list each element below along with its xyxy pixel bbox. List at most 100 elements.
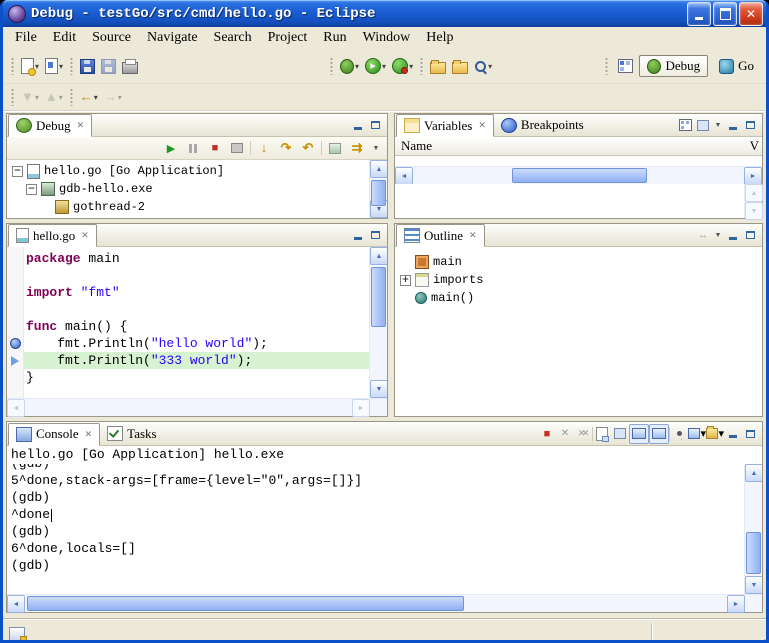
close-tab-icon[interactable]: ✕ xyxy=(469,230,477,241)
tree-expander-icon[interactable]: − xyxy=(12,166,23,177)
step-over-button[interactable]: ↷ xyxy=(277,139,295,157)
code-line[interactable]: import "fmt" xyxy=(24,284,369,301)
outline-tree-item[interactable]: main xyxy=(395,253,745,271)
toolbar-grip[interactable] xyxy=(11,57,14,75)
scroll-thumb[interactable] xyxy=(27,596,464,611)
scroll-right-button[interactable]: ► xyxy=(352,399,370,417)
scroll-thumb[interactable] xyxy=(371,267,386,327)
terminate-console-button[interactable]: ■ xyxy=(538,425,556,443)
fast-view-button[interactable] xyxy=(9,627,25,641)
code-line[interactable]: func main() { xyxy=(24,318,369,335)
toolbar-grip[interactable] xyxy=(605,57,608,75)
close-tab-icon[interactable]: ✕ xyxy=(85,429,93,440)
toolbar-grip[interactable] xyxy=(420,57,423,75)
maximize-view-button[interactable] xyxy=(742,426,759,441)
maximize-view-button[interactable] xyxy=(742,228,759,243)
suspend-button[interactable] xyxy=(184,139,202,157)
scroll-up-button[interactable]: ▲ xyxy=(745,464,762,482)
editor-marker-ruler[interactable] xyxy=(7,247,24,398)
code-editor-area[interactable]: package main import "fmt" func main() { … xyxy=(24,247,369,398)
scroll-up-button[interactable]: ▲ xyxy=(745,184,763,202)
open-perspective-button[interactable] xyxy=(615,53,636,79)
save-button[interactable] xyxy=(77,53,98,79)
terminate-button[interactable]: ■ xyxy=(206,139,224,157)
menu-search[interactable]: Search xyxy=(206,28,260,48)
show-type-names-button[interactable] xyxy=(676,116,694,134)
dropdown-arrow-icon[interactable]: ▾ xyxy=(35,93,39,102)
debug-tree[interactable]: −hello.go [Go Application]−gdb-hello.exe… xyxy=(7,160,387,218)
ruler-row[interactable] xyxy=(7,335,23,352)
debug-vertical-scrollbar[interactable]: ▲ ▼ xyxy=(369,160,387,218)
dropdown-arrow-icon[interactable]: ▾ xyxy=(382,62,386,71)
scroll-down-button[interactable]: ▼ xyxy=(745,202,763,220)
next-annotation-button[interactable]: ▼▾ xyxy=(18,84,42,110)
step-into-button[interactable]: ↓ xyxy=(255,139,273,157)
minimize-view-button[interactable] xyxy=(724,228,741,243)
maximize-window-button[interactable] xyxy=(713,2,737,26)
menu-source[interactable]: Source xyxy=(84,28,139,48)
variables-horizontal-scrollbar[interactable]: ◄ ► xyxy=(395,166,762,184)
debug-tree-item[interactable]: −hello.go [Go Application] xyxy=(7,162,370,180)
maximize-view-button[interactable] xyxy=(367,118,384,133)
close-tab-icon[interactable]: ✕ xyxy=(77,120,85,131)
run-last-tool-button[interactable]: ▾ xyxy=(389,53,416,79)
resume-button[interactable]: ▶ xyxy=(162,139,180,157)
scroll-track[interactable] xyxy=(370,178,387,200)
minimize-view-button[interactable] xyxy=(349,118,366,133)
code-line[interactable]: fmt.Println("hello world"); xyxy=(24,335,369,352)
new-wizard-button[interactable]: ▾ xyxy=(18,53,42,79)
search-button[interactable]: ▾ xyxy=(471,53,495,79)
minimize-view-button[interactable] xyxy=(724,426,741,441)
scroll-up-button[interactable]: ▲ xyxy=(370,160,387,178)
view-menu-button[interactable]: ▼ xyxy=(712,226,724,244)
open-type-button[interactable] xyxy=(449,53,471,79)
minimize-view-button[interactable] xyxy=(724,118,741,133)
menu-help[interactable]: Help xyxy=(418,28,461,48)
code-line[interactable]: fmt.Println("333 world"); xyxy=(24,352,369,369)
code-line[interactable]: package main xyxy=(24,250,369,267)
maximize-view-button[interactable] xyxy=(367,228,384,243)
resize-grip[interactable] xyxy=(752,635,765,643)
maximize-view-button[interactable] xyxy=(742,118,759,133)
scroll-up-button[interactable]: ▲ xyxy=(370,247,387,265)
ruler-row[interactable] xyxy=(7,352,23,369)
dropdown-arrow-icon[interactable]: ▾ xyxy=(59,62,63,71)
collapse-all-button[interactable] xyxy=(694,116,712,134)
save-all-button[interactable] xyxy=(98,53,119,79)
close-tab-icon[interactable]: ✕ xyxy=(81,230,89,241)
open-resource-button[interactable] xyxy=(427,53,449,79)
tab-outline[interactable]: Outline ✕ xyxy=(396,224,485,247)
ruler-row[interactable] xyxy=(7,250,23,267)
step-return-button[interactable]: ↶ xyxy=(299,139,317,157)
tree-expander-icon[interactable]: − xyxy=(26,184,37,195)
scroll-left-button[interactable]: ◄ xyxy=(395,167,413,185)
console-horizontal-scrollbar[interactable]: ◄ ► xyxy=(7,594,762,612)
view-menu-button[interactable]: ▼ xyxy=(370,139,382,157)
perspective-debug-button[interactable]: Debug xyxy=(639,55,708,77)
toolbar-grip[interactable] xyxy=(70,57,73,75)
scroll-down-button[interactable]: ▼ xyxy=(745,576,762,594)
toolbar-grip[interactable] xyxy=(11,88,14,106)
menu-edit[interactable]: Edit xyxy=(45,28,84,48)
forward-button[interactable]: →▾ xyxy=(101,84,125,110)
editor-horizontal-scrollbar[interactable]: ◄ ► xyxy=(7,398,387,416)
title-bar[interactable]: Debug - testGo/src/cmd/hello.go - Eclips… xyxy=(3,0,766,27)
tab-tasks[interactable]: Tasks xyxy=(100,423,163,444)
minimize-view-button[interactable] xyxy=(349,228,366,243)
open-console-button[interactable]: ▾ xyxy=(706,425,724,443)
tab-variables[interactable]: Variables ✕ xyxy=(396,114,494,137)
breakpoint-icon[interactable] xyxy=(10,338,21,349)
debug-tree-item[interactable]: −gdb-hello.exe xyxy=(7,180,370,198)
variables-detail-pane[interactable]: ▲ ▼ xyxy=(395,184,762,218)
code-line[interactable] xyxy=(24,267,369,284)
scroll-down-button[interactable]: ▼ xyxy=(370,380,387,398)
tree-expander-icon[interactable]: + xyxy=(400,275,411,286)
close-tab-icon[interactable]: ✕ xyxy=(478,120,486,131)
ruler-row[interactable] xyxy=(7,301,23,318)
menu-run[interactable]: Run xyxy=(315,28,354,48)
variables-column-header[interactable]: Name V xyxy=(395,137,762,156)
use-step-filters-button[interactable]: ⇉ xyxy=(348,139,366,157)
scroll-thumb[interactable] xyxy=(371,180,386,206)
menu-project[interactable]: Project xyxy=(260,28,316,48)
tab-debug[interactable]: Debug ✕ xyxy=(8,114,92,137)
